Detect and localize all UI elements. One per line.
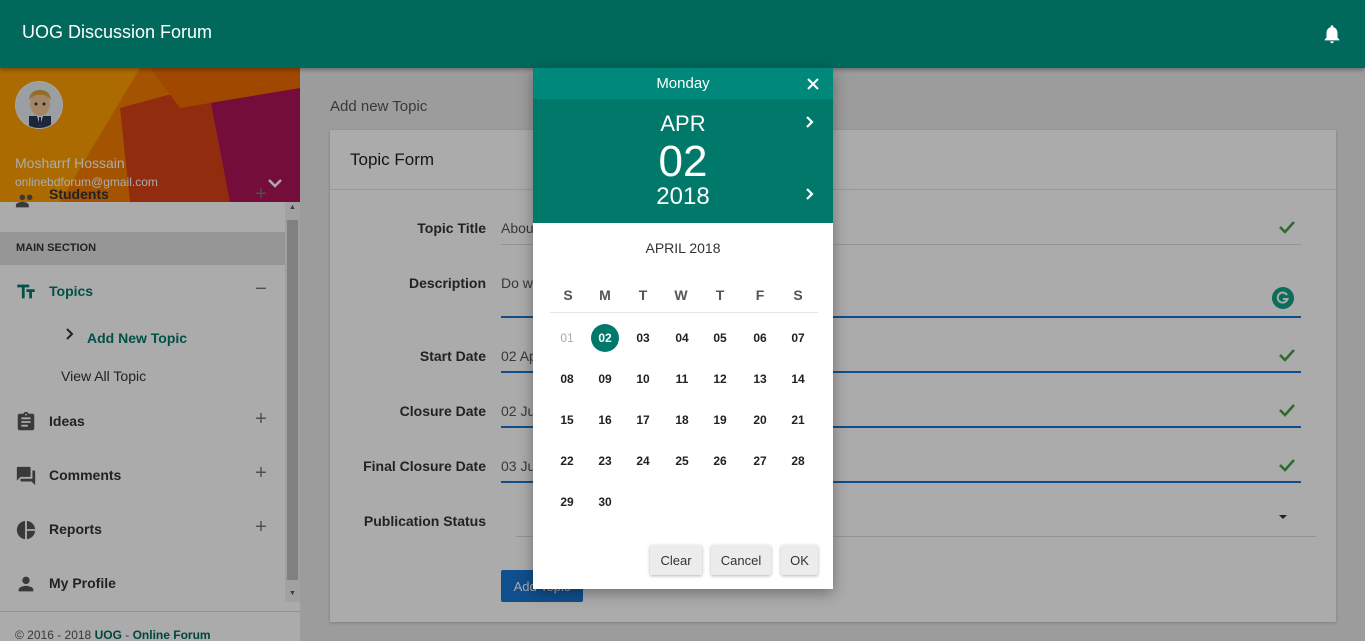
weekday-label: T	[638, 287, 648, 303]
divider	[550, 312, 818, 313]
calendar-day[interactable]: 04	[668, 324, 696, 352]
calendar-day[interactable]: 16	[591, 406, 619, 434]
calendar-day[interactable]: 24	[629, 447, 657, 475]
clear-button[interactable]: Clear	[650, 545, 702, 575]
calendar-day[interactable]: 20	[746, 406, 774, 434]
notification-bell-icon[interactable]	[1321, 23, 1343, 45]
weekday-label: M	[599, 287, 611, 303]
calendar-day[interactable]: 05	[706, 324, 734, 352]
weekday-label: S	[563, 287, 573, 303]
ok-button[interactable]: OK	[781, 545, 818, 575]
calendar-day[interactable]: 07	[784, 324, 812, 352]
weekday-label: W	[674, 287, 688, 303]
calendar-day[interactable]: 29	[553, 488, 581, 516]
cancel-button[interactable]: Cancel	[711, 545, 771, 575]
date-picker-dialog: Monday APR 02 2018 APRIL 2018 S M T W T …	[533, 68, 833, 589]
calendar-day[interactable]: 15	[553, 406, 581, 434]
calendar-day[interactable]: 11	[668, 365, 696, 393]
calendar-day[interactable]: 09	[591, 365, 619, 393]
calendar-day[interactable]: 06	[746, 324, 774, 352]
calendar-day[interactable]: 27	[746, 447, 774, 475]
calendar-day[interactable]: 12	[706, 365, 734, 393]
calendar-day[interactable]: 23	[591, 447, 619, 475]
calendar-day[interactable]: 21	[784, 406, 812, 434]
close-icon[interactable]	[803, 74, 823, 94]
selected-date-display: APR 02 2018	[533, 99, 833, 223]
selected-year: 2018	[656, 183, 710, 210]
calendar-day[interactable]: 01	[553, 324, 581, 352]
top-app-bar-overlay: UOG Discussion Forum	[0, 0, 1365, 68]
calendar-day[interactable]: 30	[591, 488, 619, 516]
app-title[interactable]: UOG Discussion Forum	[22, 22, 212, 43]
calendar-day[interactable]: 18	[668, 406, 696, 434]
next-year-chevron-icon[interactable]	[803, 187, 817, 201]
calendar-month-title: APRIL 2018	[645, 240, 721, 256]
calendar-day[interactable]: 08	[553, 365, 581, 393]
selected-month: APR	[660, 111, 706, 136]
calendar-day-selected[interactable]: 02	[591, 324, 619, 352]
weekday-header: Monday	[533, 68, 833, 99]
calendar-day[interactable]: 25	[668, 447, 696, 475]
calendar-day[interactable]: 03	[629, 324, 657, 352]
selected-day: 02	[658, 137, 708, 186]
calendar-day[interactable]: 13	[746, 365, 774, 393]
next-month-chevron-icon[interactable]	[803, 115, 817, 129]
weekday-label: S	[793, 287, 803, 303]
calendar-day[interactable]: 28	[784, 447, 812, 475]
weekday-label: F	[755, 287, 765, 303]
calendar-day[interactable]: 19	[706, 406, 734, 434]
calendar-day[interactable]: 14	[784, 365, 812, 393]
calendar-day[interactable]: 10	[629, 365, 657, 393]
weekday-label: T	[715, 287, 725, 303]
calendar-day[interactable]: 22	[553, 447, 581, 475]
calendar-day[interactable]: 26	[706, 447, 734, 475]
calendar-day[interactable]: 17	[629, 406, 657, 434]
